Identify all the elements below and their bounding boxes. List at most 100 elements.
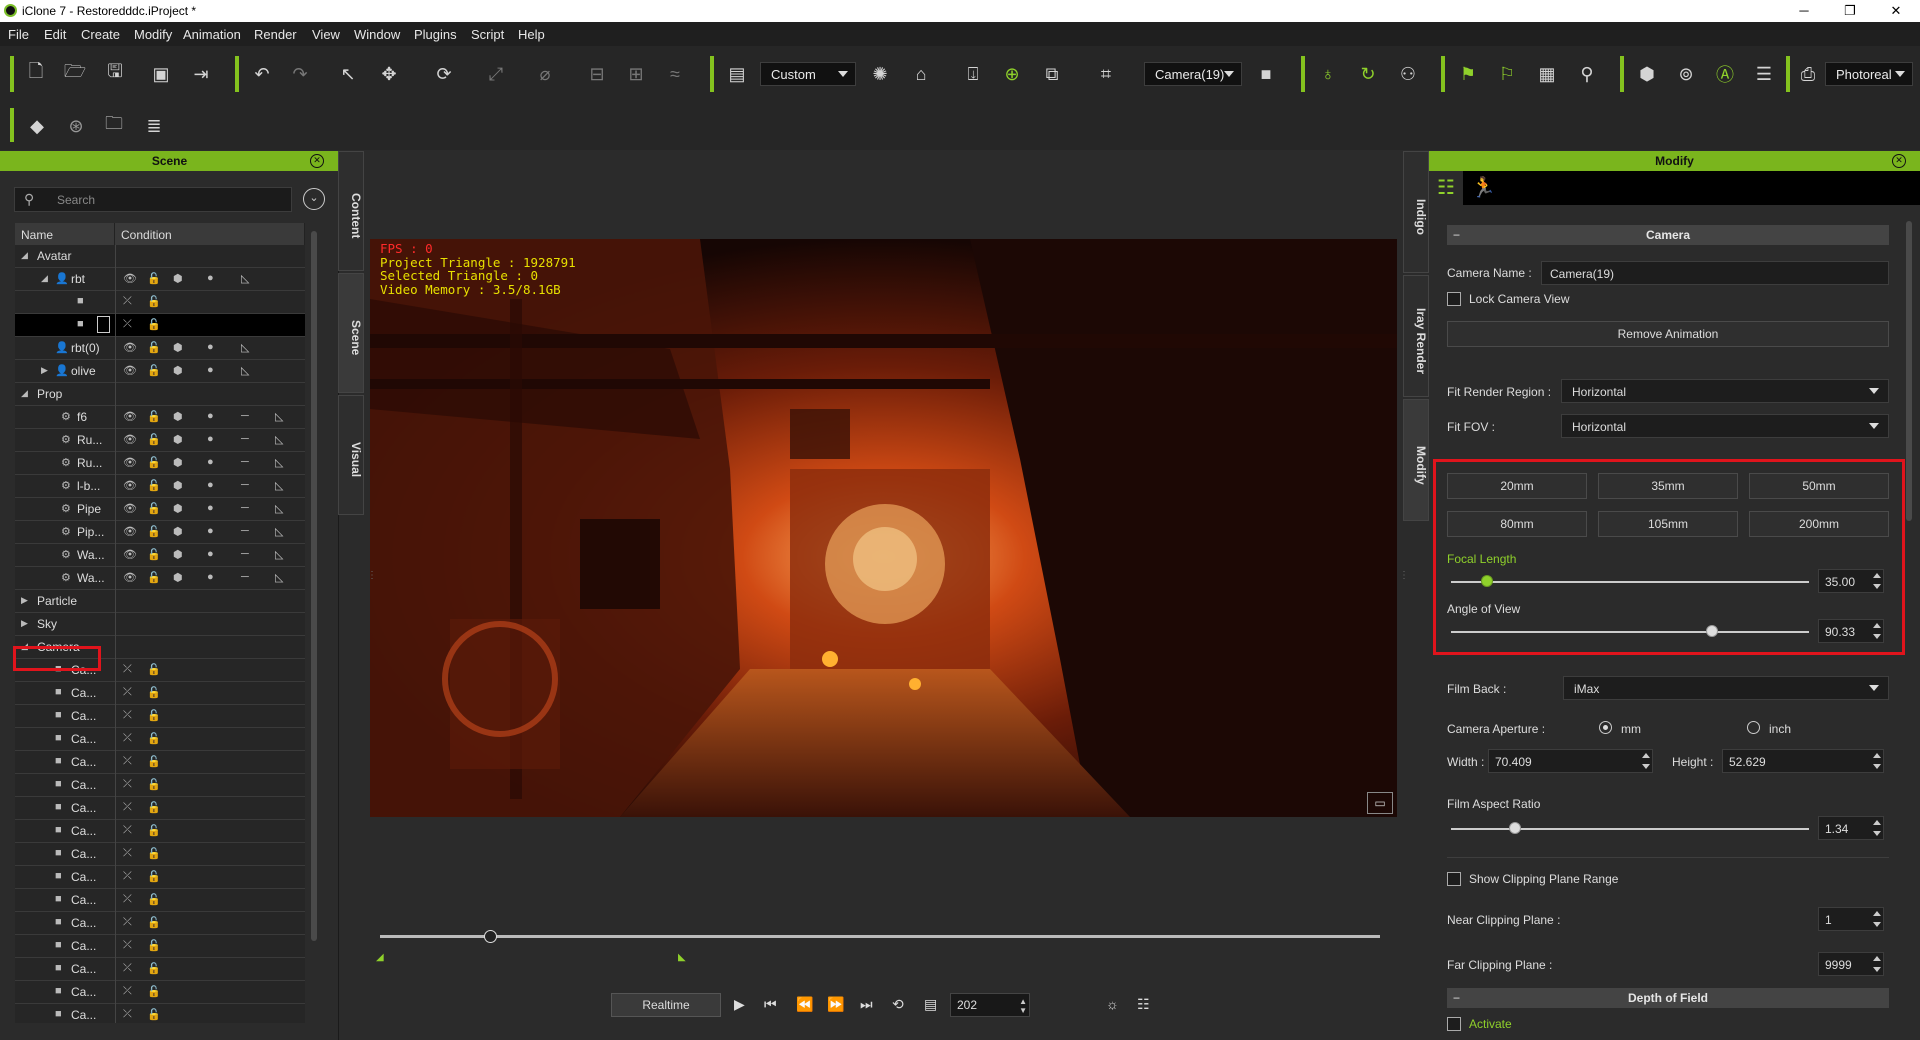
tree-camera-row[interactable]: ■ Ca... ⤫ 🔓 [15,889,305,912]
loop-icon[interactable]: ⟲ [892,996,904,1013]
material-icon[interactable]: ◺ [275,571,283,584]
visibility-icon[interactable]: 👁 [123,456,137,469]
visibility-icon[interactable]: 👁 [123,479,137,492]
visibility-icon[interactable]: 👁 [123,502,137,515]
aspect-ratio-slider-knob[interactable] [1509,822,1522,834]
dof-section-header[interactable]: Depth of Field − [1447,988,1889,1008]
modify-scrollbar[interactable] [1906,221,1912,521]
play-icon[interactable]: ▶ [734,996,745,1013]
clipboard-icon[interactable]: ▦ [1535,62,1559,86]
lock-icon[interactable]: 🔓 [147,364,161,377]
realtime-button[interactable]: Realtime [611,993,721,1017]
material-icon[interactable]: ◺ [275,502,283,515]
render-icon[interactable]: ⬢ [173,364,183,377]
tree-group-row[interactable]: ◢ Prop [15,383,305,406]
tree-group-row[interactable]: ▶ Sky [15,613,305,636]
lock-icon[interactable]: 🔓 [147,341,161,354]
tree-camera-row[interactable]: ■ Ca... ⤫ 🔓 [15,866,305,889]
menu-window[interactable]: Window [354,27,400,42]
close-icon[interactable]: ✕ [1873,0,1919,22]
shadow-icon[interactable]: ● [207,341,214,353]
tree-prop-row[interactable]: ⚙ Wa... 👁 🔓 ⬢ ● ─ ◺ [15,544,305,567]
menu-animation[interactable]: Animation [183,27,241,42]
camera-name-field[interactable]: Camera(19) [1541,261,1889,285]
collapse-dof-icon[interactable]: − [1453,988,1460,1008]
lock-icon[interactable]: 🔓 [147,962,161,975]
collapse-icon[interactable]: ◢ [21,250,28,261]
range-end-marker[interactable]: ◣ [678,952,686,963]
light-icon[interactable]: ✺ [868,62,892,86]
expand-icon[interactable]: ▶ [21,595,28,606]
tree-prop-row[interactable]: ⚙ Ru... 👁 🔓 ⬢ ● ─ ◺ [15,429,305,452]
tree-avatar-row[interactable]: 👤 rbt(0) 👁 🔓 ⬢ ● ◺ [15,337,305,360]
tab-indigo[interactable]: Indigo [1403,151,1429,273]
timeline-panel-icon[interactable]: ☷ [1137,996,1150,1013]
unit-inch-radio[interactable] [1747,721,1760,734]
shadow-icon[interactable]: ● [207,272,214,284]
search-object-icon[interactable]: ⊚ [1674,62,1698,86]
render-icon[interactable]: ⬢ [173,341,183,354]
menu-modify[interactable]: Modify [134,27,172,42]
expand-icon[interactable]: ◢ [41,273,48,284]
dash-icon[interactable]: ─ [241,410,249,422]
render-icon[interactable]: ⎙ [1796,62,1820,86]
tree-avatar-row[interactable]: ▶ 👤 olive 👁 🔓 ⬢ ● ◺ [15,360,305,383]
material-icon[interactable]: ◺ [275,456,283,469]
render-icon[interactable]: ⬢ [173,272,183,285]
search-input[interactable]: Search [14,187,292,212]
collapse-icon[interactable]: ◢ [21,388,28,399]
dash-icon[interactable]: ─ [241,456,249,468]
tree-camera-row[interactable]: ■ Ca... ⤫ 🔓 [15,728,305,751]
render-icon[interactable]: ⬢ [173,410,183,423]
freeze-icon[interactable]: ⤫ [123,824,132,837]
focal-length-input[interactable]: 35.00 [1818,569,1884,593]
name-column-header[interactable]: Name [15,223,115,245]
tree-prop-row[interactable]: ⚙ Pipe 👁 🔓 ⬢ ● ─ ◺ [15,498,305,521]
freeze-icon[interactable]: ⤫ [123,893,132,906]
lock-icon[interactable]: 🔓 [147,686,161,699]
freeze-icon[interactable]: ⤫ [123,732,132,745]
shadow-icon[interactable]: ● [207,525,214,537]
tree-camera-row[interactable]: ■ Ca... ⤫ 🔓 [15,820,305,843]
tree-camera-row[interactable]: ■ Ca... ⤫ 🔓 [15,981,305,1004]
material-icon[interactable]: ◺ [241,272,249,285]
dash-icon[interactable]: ─ [241,479,249,491]
tab-modify[interactable]: Modify [1403,399,1429,521]
refresh-motion-icon[interactable]: ↻ [1356,62,1380,86]
timeline-track[interactable] [380,935,1380,938]
zoom-icon[interactable]: ⊛ [64,114,88,138]
lock-camera-view-checkbox[interactable] [1447,292,1461,306]
freeze-icon[interactable]: ⤫ [123,801,132,814]
select-icon[interactable]: ↖ [336,62,360,86]
material-icon[interactable]: ◺ [275,548,283,561]
shadow-icon[interactable]: ● [207,502,214,514]
show-clipping-checkbox[interactable] [1447,872,1461,886]
tree-camera-row[interactable]: ■ Ca... ⤫ 🔓 [15,705,305,728]
sliders-icon[interactable]: ≣ [142,114,166,138]
render-icon[interactable]: ⬢ [173,525,183,538]
3d-viewport[interactable] [370,239,1397,817]
visibility-icon[interactable]: 👁 [123,364,137,377]
group-icon[interactable]: ⚇ [1396,62,1420,86]
rotate-icon[interactable]: ⟳ [432,62,456,86]
maximize-icon[interactable]: ❐ [1827,0,1873,22]
lock-icon[interactable]: 🔓 [147,479,161,492]
lock-icon[interactable]: 🔓 [147,663,161,676]
render-icon[interactable]: ⬢ [173,502,183,515]
lock-icon[interactable]: 🔓 [147,801,161,814]
freeze-icon[interactable]: ⤫ [123,962,132,975]
auto-icon[interactable]: Ⓐ [1713,62,1737,86]
undo-icon[interactable]: ↶ [250,62,274,86]
subtitle-icon[interactable]: ▤ [924,996,937,1013]
shadow-icon[interactable]: ● [207,479,214,491]
visibility-icon[interactable]: 👁 [123,341,137,354]
comment-icon[interactable]: ▭ [1367,792,1393,814]
tree-camera-row[interactable]: ■ Ca... ⤫ 🔓 [15,797,305,820]
fit-render-region-dropdown[interactable]: Horizontal [1561,379,1889,403]
step-back-icon[interactable]: ⏪ [796,996,813,1013]
node-icon[interactable]: ⚲ [1575,62,1599,86]
render-icon[interactable]: ⬢ [173,548,183,561]
tab-visual[interactable]: Visual [338,395,364,515]
tree-camera-row[interactable]: ■ Ca... ⤫ 🔓 [15,843,305,866]
freeze-icon[interactable]: ⤫ [123,778,132,791]
